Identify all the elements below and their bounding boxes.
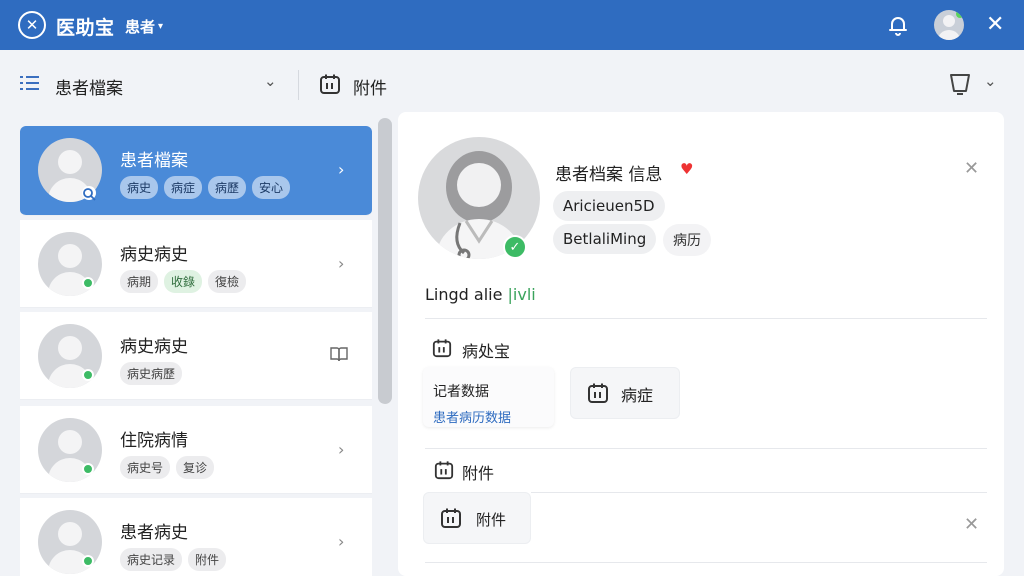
tag: 病史记录	[120, 548, 183, 571]
symptoms-card[interactable]: 病症	[570, 367, 680, 419]
app-subtitle: 患者	[125, 18, 156, 36]
records-card-title: 记者数据	[433, 384, 489, 400]
patient-tags: 病史号 复诊	[120, 456, 215, 479]
trash-icon[interactable]	[949, 71, 971, 95]
doctor-name: 患者档案 信息	[555, 165, 663, 185]
records-card[interactable]: 记者数据 患者病历数据	[423, 367, 554, 427]
user-avatar[interactable]	[934, 10, 964, 40]
patient-list: 患者檔案 病史 病症 病歷 安心 › 病史病史 病期 收錄 復檢 › 病史病史 …	[20, 126, 372, 576]
search-icon	[82, 186, 96, 201]
logo-icon[interactable]: ✕	[18, 11, 46, 39]
calendar-icon	[432, 339, 452, 358]
online-status-dot	[956, 10, 964, 18]
tag: 复诊	[176, 456, 215, 479]
chevron-down-icon[interactable]: ⌄	[264, 72, 277, 90]
chevron-right-icon: ›	[338, 160, 345, 179]
attachment-card-label: 附件	[476, 511, 507, 529]
close-icon[interactable]: ✕	[964, 514, 979, 535]
attachments-tab[interactable]: 附件	[353, 74, 387, 99]
list-item-patient[interactable]: 病史病史 病期 收錄 復檢 ›	[20, 220, 372, 308]
detail-line-accent: |ivli	[507, 285, 536, 304]
calendar-icon	[434, 461, 454, 480]
online-status-dot	[82, 369, 94, 381]
patient-records-title: 患者檔案	[55, 79, 123, 99]
patient-name: 患者檔案	[120, 151, 188, 171]
book-icon[interactable]	[330, 346, 348, 362]
close-icon[interactable]: ✕	[964, 158, 979, 179]
tag: 收錄	[164, 270, 203, 293]
tag: 病史	[120, 176, 159, 199]
patient-tags: 病史 病症 病歷 安心	[120, 176, 291, 199]
patient-name: 住院病情	[120, 431, 188, 451]
list-item-patient[interactable]: 患者病史 病史记录 附件 ›	[20, 498, 372, 576]
tag: 附件	[188, 548, 227, 571]
list-item-patient-active[interactable]: 患者檔案 病史 病症 病歷 安心 ›	[20, 126, 372, 216]
attachment-card[interactable]: 附件	[423, 492, 531, 544]
chevron-right-icon: ›	[338, 440, 345, 459]
online-status-dot	[82, 555, 94, 567]
heart-icon[interactable]: ♥	[680, 160, 693, 178]
close-icon[interactable]: ✕	[986, 12, 1004, 37]
chevron-down-icon: ▾	[158, 21, 164, 32]
divider	[531, 492, 987, 493]
records-card-link[interactable]: 患者病历数据	[433, 407, 511, 426]
list-item-patient[interactable]: 病史病史 病史病歷	[20, 312, 372, 400]
patient-tags: 病史记录 附件	[120, 548, 227, 571]
calendar-icon	[441, 508, 461, 528]
attachments-section-title: 附件	[462, 464, 495, 483]
calendar-icon	[588, 383, 608, 403]
divider	[425, 448, 987, 449]
symptoms-card-label: 病症	[621, 386, 654, 405]
list-icon[interactable]	[20, 74, 40, 92]
online-status-dot	[82, 277, 94, 289]
verified-check-icon: ✓	[503, 235, 527, 259]
tag: 病史病歷	[120, 362, 183, 385]
section-title: 病处宝	[462, 342, 511, 361]
patient-tags: 病期 收錄 復檢	[120, 270, 247, 293]
chevron-right-icon: ›	[338, 532, 345, 551]
list-item-patient[interactable]: 住院病情 病史号 复诊 ›	[20, 406, 372, 494]
patient-tags: 病史病歷	[120, 362, 183, 385]
top-bar: ✕ 医助宝 患者 ▾ ✕	[0, 0, 1024, 50]
divider	[425, 318, 987, 319]
info-chip: 病历	[663, 224, 711, 256]
patient-name: 病史病史	[120, 337, 188, 357]
list-scrollbar-thumb[interactable]	[378, 118, 392, 404]
detail-line-text: Lingd alie	[425, 285, 503, 304]
detail-line: Lingd alie |ivli	[425, 285, 536, 304]
chevron-right-icon: ›	[338, 254, 345, 273]
online-status-dot	[82, 463, 94, 475]
bell-icon[interactable]	[886, 13, 910, 37]
tag: 復檢	[208, 270, 247, 293]
tag: 病症	[164, 176, 203, 199]
patient-name: 患者病史	[120, 523, 188, 543]
tag: 病史号	[120, 456, 171, 479]
info-chip: BetlaliMing	[553, 224, 657, 254]
toolbar-divider	[298, 70, 299, 100]
app-subtitle-dropdown[interactable]: 患者 ▾	[125, 16, 163, 37]
toolbar	[0, 50, 1024, 116]
tag: 安心	[252, 176, 291, 199]
info-chip: Aricieuen5D	[553, 191, 665, 221]
chevron-down-icon[interactable]: ⌄	[984, 72, 997, 90]
app-title: 医助宝	[56, 17, 115, 39]
tag: 病期	[120, 270, 159, 293]
divider	[425, 562, 987, 563]
calendar-icon[interactable]	[319, 73, 341, 95]
tag: 病歷	[208, 176, 247, 199]
logo-glyph: ✕	[25, 16, 39, 34]
patient-name: 病史病史	[120, 245, 188, 265]
